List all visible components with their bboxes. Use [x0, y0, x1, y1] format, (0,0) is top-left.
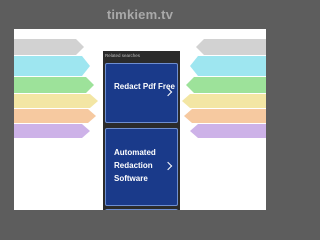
ad-link-redact-pdf-free[interactable]: Redact Pdf Free [105, 63, 178, 123]
stripe-left-yellow [14, 94, 98, 108]
related-searches-panel: Related searches Redact Pdf Free Automat… [103, 51, 180, 210]
stripe-left-purple [14, 124, 90, 138]
domain-title: timkiem.tv [106, 6, 174, 22]
site-header: timkiem.tv [0, 0, 280, 28]
stripe-right-orange [184, 109, 266, 123]
stripe-right-purple [190, 124, 266, 138]
related-searches-caption: Related searches [105, 53, 141, 58]
ad-link-label: Automated Redaction Software [114, 148, 156, 183]
stripe-right-cyan [190, 56, 266, 76]
parked-page: Related searches Redact Pdf Free Automat… [14, 29, 266, 210]
stripe-left-gray [14, 39, 84, 55]
stripe-right-yellow [182, 94, 266, 108]
stripe-left-cyan [14, 56, 90, 76]
ad-link-partial[interactable] [105, 209, 178, 210]
stripe-left-orange [14, 109, 96, 123]
stripe-left-green [14, 77, 94, 93]
stripe-right-gray [196, 39, 266, 55]
stripe-right-green [186, 77, 266, 93]
ad-link-automated-redaction-software[interactable]: Automated Redaction Software [105, 128, 178, 206]
